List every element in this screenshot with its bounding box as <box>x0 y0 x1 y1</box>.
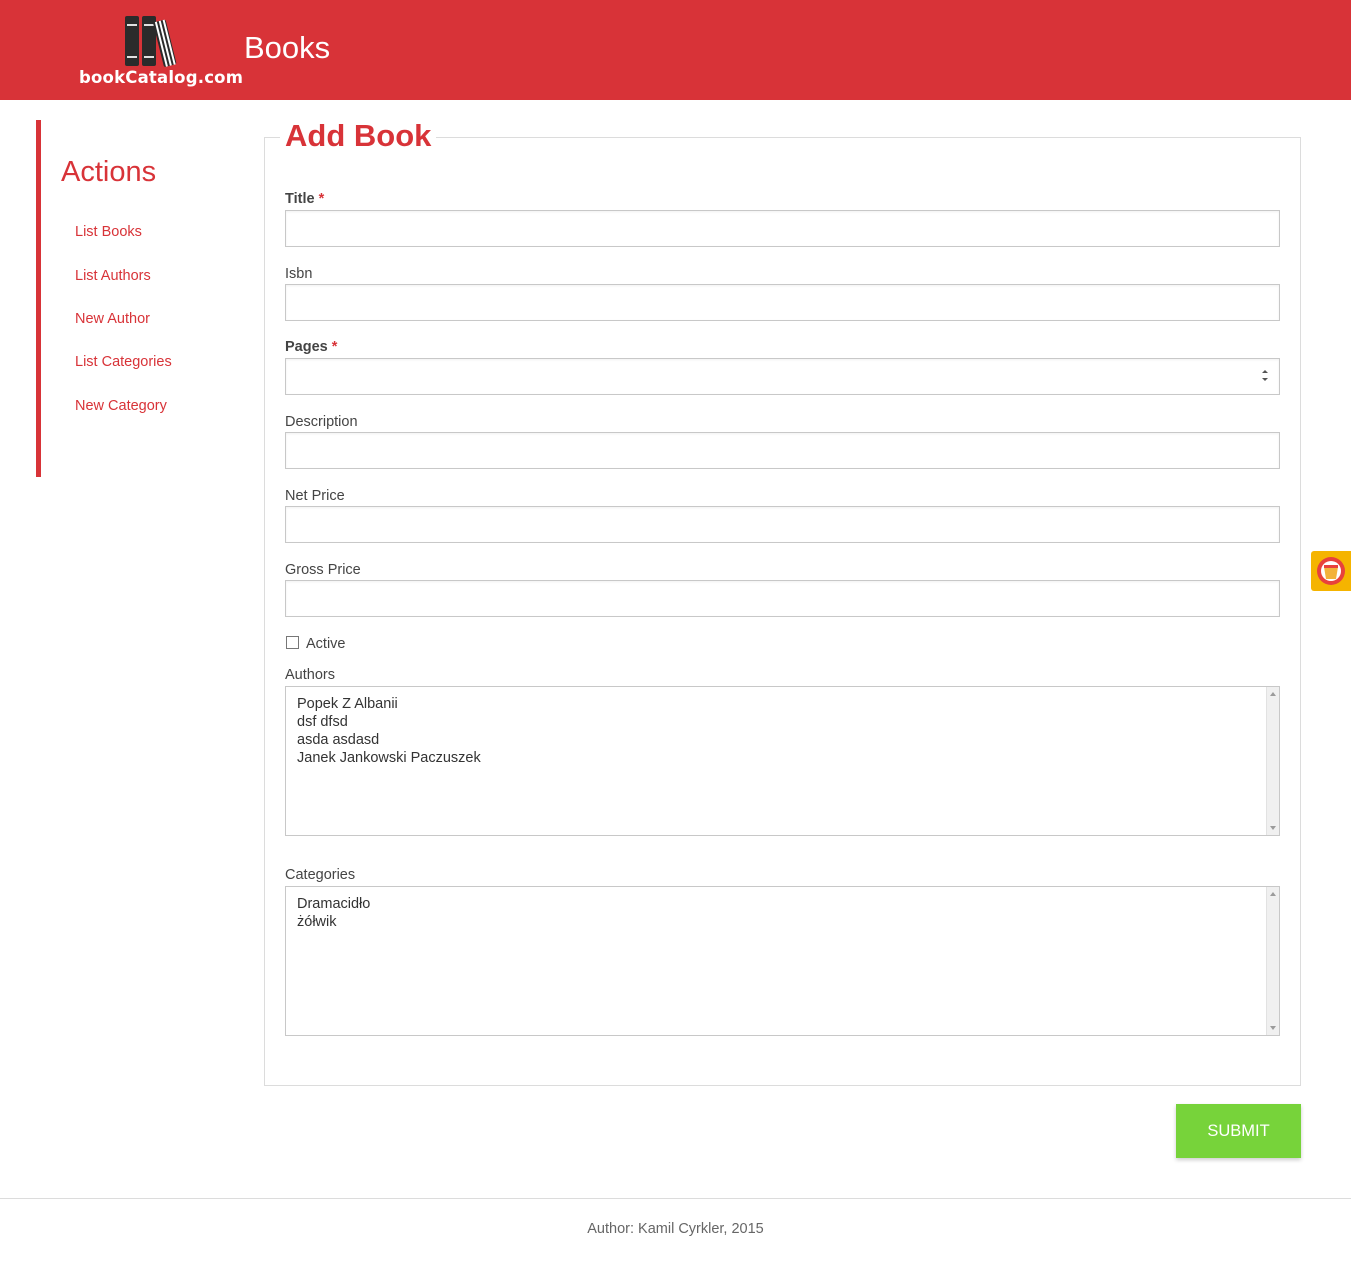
categories-select[interactable]: Dramacidło żółwik <box>285 886 1280 1036</box>
net-price-label: Net Price <box>285 488 345 504</box>
gross-price-label: Gross Price <box>285 562 361 578</box>
footer-divider <box>0 1198 1351 1199</box>
sidebar-item-new-category[interactable]: New Category <box>75 398 167 414</box>
authors-label: Authors <box>285 667 335 683</box>
site-logo[interactable]: bookCatalog.com <box>78 14 244 92</box>
active-checkbox[interactable] <box>286 636 299 649</box>
pages-label: Pages * <box>285 339 338 355</box>
sidebar-item-list-authors[interactable]: List Authors <box>75 268 151 284</box>
authors-scrollbar[interactable] <box>1266 687 1279 835</box>
scroll-up-icon[interactable] <box>1270 692 1276 696</box>
description-label: Description <box>285 414 358 430</box>
isbn-input[interactable] <box>285 284 1280 321</box>
author-option[interactable]: asda asdasd <box>297 731 481 749</box>
logo-text: bookCatalog.com <box>79 68 244 87</box>
pages-input[interactable] <box>285 358 1280 395</box>
author-option[interactable]: Janek Jankowski Paczuszek <box>297 749 481 767</box>
form-legend: Add Book <box>280 118 437 154</box>
app-header: bookCatalog.com Books <box>0 0 1351 100</box>
submit-button[interactable]: SUBMIT <box>1176 1104 1301 1158</box>
category-option[interactable]: żółwik <box>297 913 370 931</box>
active-label[interactable]: Active <box>306 636 346 652</box>
author-option[interactable]: Popek Z Albanii <box>297 695 481 713</box>
books-logo-icon <box>125 16 177 67</box>
net-price-input[interactable] <box>285 506 1280 543</box>
isbn-label: Isbn <box>285 266 313 282</box>
page-header-title: Books <box>244 30 331 65</box>
sidebar-item-new-author[interactable]: New Author <box>75 311 150 327</box>
scroll-down-icon[interactable] <box>1270 826 1276 830</box>
categories-scrollbar[interactable] <box>1266 887 1279 1035</box>
scroll-down-icon[interactable] <box>1270 1026 1276 1030</box>
extension-badge-icon <box>1317 557 1345 585</box>
side-badge[interactable] <box>1311 551 1351 591</box>
spinner-arrows-icon[interactable] <box>1260 370 1270 384</box>
gross-price-input[interactable] <box>285 580 1280 617</box>
authors-select[interactable]: Popek Z Albanii dsf dfsd asda asdasd Jan… <box>285 686 1280 836</box>
required-mark: * <box>318 191 325 207</box>
categories-label: Categories <box>285 867 356 883</box>
title-input[interactable] <box>285 210 1280 247</box>
sidebar-title: Actions <box>61 156 157 188</box>
scroll-up-icon[interactable] <box>1270 892 1276 896</box>
category-option[interactable]: Dramacidło <box>297 895 370 913</box>
title-label: Title * <box>285 191 325 207</box>
author-option[interactable]: dsf dfsd <box>297 713 481 731</box>
footer-text: Author: Kamil Cyrkler, 2015 <box>587 1221 764 1237</box>
description-input[interactable] <box>285 432 1280 469</box>
sidebar-item-list-categories[interactable]: List Categories <box>75 354 172 370</box>
sidebar: Actions List Books List Authors New Auth… <box>36 120 241 477</box>
sidebar-item-list-books[interactable]: List Books <box>75 224 142 240</box>
required-mark: * <box>331 339 338 355</box>
